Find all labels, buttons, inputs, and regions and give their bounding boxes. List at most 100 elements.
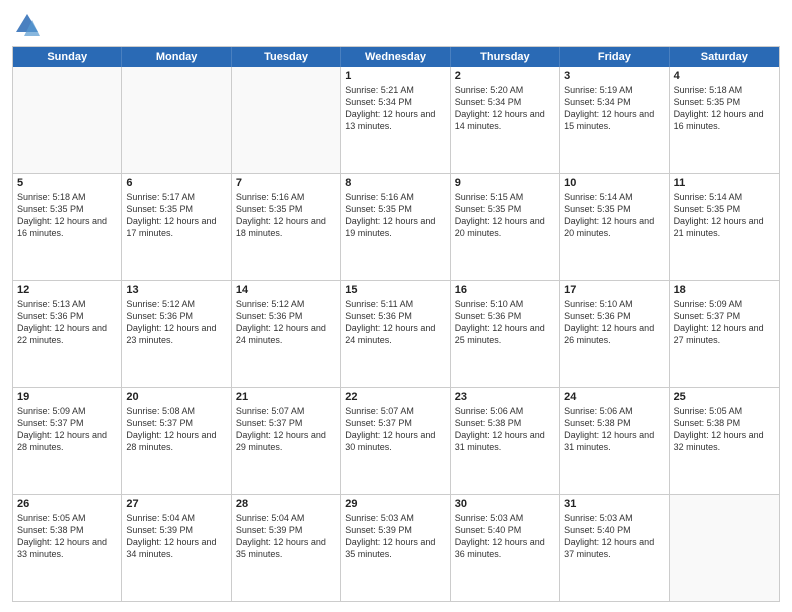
day-number: 16 — [455, 284, 555, 296]
calendar-cell: 19Sunrise: 5:09 AM Sunset: 5:37 PM Dayli… — [13, 388, 122, 494]
cell-info: Sunrise: 5:18 AM Sunset: 5:35 PM Dayligh… — [17, 191, 117, 240]
calendar-cell: 29 Sunrise: 5:03 AM Sunset: 5:39 PM Dayli… — [341, 495, 450, 601]
calendar-cell: 18 Sunrise: 5:09 AM Sunset: 5:37 PM Dayli… — [670, 281, 779, 387]
week-row-4: 26 Sunrise: 5:05 AM Sunset: 5:38 PM Dayli… — [13, 495, 779, 601]
day-number: 3 — [564, 70, 664, 82]
calendar-cell: 21 Sunrise: 5:07 AM Sunset: 5:37 PM Dayli… — [232, 388, 341, 494]
calendar-cell: 4Sunrise: 5:18 AM Sunset: 5:35 PM Daylig… — [670, 67, 779, 173]
calendar-body: 1 Sunrise: 5:21 AM Sunset: 5:34 PM Daylig… — [13, 67, 779, 601]
cell-info: Sunrise: 5:03 AM Sunset: 5:40 PM Dayligh… — [455, 512, 555, 561]
header — [12, 10, 780, 40]
calendar-cell — [232, 67, 341, 173]
day-number: 20 — [126, 391, 226, 403]
cell-info: Sunrise: 5:04 AM Sunset: 5:39 PM Dayligh… — [236, 512, 336, 561]
cell-info: Sunrise: 5:13 AM Sunset: 5:36 PM Dayligh… — [17, 298, 117, 347]
cell-info: Sunrise: 5:18 AM Sunset: 5:35 PM Dayligh… — [674, 84, 775, 133]
day-number: 24 — [564, 391, 664, 403]
day-number: 27 — [126, 498, 226, 510]
calendar-cell: 5 Sunrise: 5:18 AM Sunset: 5:35 PM Daylig… — [13, 174, 122, 280]
day-number: 26 — [17, 498, 117, 510]
calendar-cell: 11 Sunrise: 5:14 AM Sunset: 5:35 PM Dayli… — [670, 174, 779, 280]
day-number: 11 — [674, 177, 775, 189]
cell-info: Sunrise: 5:14 AM Sunset: 5:35 PM Dayligh… — [564, 191, 664, 240]
cell-info: Sunrise: 5:05 AM Sunset: 5:38 PM Dayligh… — [17, 512, 117, 561]
cell-info: Sunrise: 5:15 AM Sunset: 5:35 PM Dayligh… — [455, 191, 555, 240]
header-tuesday: Tuesday — [232, 47, 341, 67]
day-number: 21 — [236, 391, 336, 403]
calendar-cell: 1 Sunrise: 5:21 AM Sunset: 5:34 PM Daylig… — [341, 67, 450, 173]
header-sunday: Sunday — [13, 47, 122, 67]
calendar-cell: 6 Sunrise: 5:17 AM Sunset: 5:35 PM Daylig… — [122, 174, 231, 280]
calendar-cell: 3 Sunrise: 5:19 AM Sunset: 5:34 PM Daylig… — [560, 67, 669, 173]
cell-info: Sunrise: 5:03 AM Sunset: 5:39 PM Dayligh… — [345, 512, 445, 561]
calendar-cell: 28 Sunrise: 5:04 AM Sunset: 5:39 PM Dayli… — [232, 495, 341, 601]
calendar-cell: 24Sunrise: 5:06 AM Sunset: 5:38 PM Dayli… — [560, 388, 669, 494]
calendar-cell: 9Sunrise: 5:15 AM Sunset: 5:35 PM Daylig… — [451, 174, 560, 280]
day-number: 23 — [455, 391, 555, 403]
calendar-cell — [13, 67, 122, 173]
cell-info: Sunrise: 5:20 AM Sunset: 5:34 PM Dayligh… — [455, 84, 555, 133]
header-thursday: Thursday — [451, 47, 560, 67]
cell-info: Sunrise: 5:21 AM Sunset: 5:34 PM Dayligh… — [345, 84, 445, 133]
day-number: 18 — [674, 284, 775, 296]
week-row-1: 5 Sunrise: 5:18 AM Sunset: 5:35 PM Daylig… — [13, 174, 779, 281]
calendar-cell: 30 Sunrise: 5:03 AM Sunset: 5:40 PM Dayli… — [451, 495, 560, 601]
day-number: 28 — [236, 498, 336, 510]
header-friday: Friday — [560, 47, 669, 67]
cell-info: Sunrise: 5:12 AM Sunset: 5:36 PM Dayligh… — [126, 298, 226, 347]
cell-info: Sunrise: 5:10 AM Sunset: 5:36 PM Dayligh… — [564, 298, 664, 347]
calendar-cell: 25Sunrise: 5:05 AM Sunset: 5:38 PM Dayli… — [670, 388, 779, 494]
day-number: 29 — [345, 498, 445, 510]
calendar-cell — [670, 495, 779, 601]
day-number: 14 — [236, 284, 336, 296]
calendar-cell: 22 Sunrise: 5:07 AM Sunset: 5:37 PM Dayli… — [341, 388, 450, 494]
calendar-cell: 8 Sunrise: 5:16 AM Sunset: 5:35 PM Daylig… — [341, 174, 450, 280]
cell-info: Sunrise: 5:07 AM Sunset: 5:37 PM Dayligh… — [236, 405, 336, 454]
calendar-cell: 27 Sunrise: 5:04 AM Sunset: 5:39 PM Dayli… — [122, 495, 231, 601]
calendar-cell: 26 Sunrise: 5:05 AM Sunset: 5:38 PM Dayli… — [13, 495, 122, 601]
week-row-0: 1 Sunrise: 5:21 AM Sunset: 5:34 PM Daylig… — [13, 67, 779, 174]
calendar-cell: 17 Sunrise: 5:10 AM Sunset: 5:36 PM Dayli… — [560, 281, 669, 387]
logo — [12, 10, 46, 40]
cell-info: Sunrise: 5:07 AM Sunset: 5:37 PM Dayligh… — [345, 405, 445, 454]
calendar-cell: 23 Sunrise: 5:06 AM Sunset: 5:38 PM Dayli… — [451, 388, 560, 494]
cell-info: Sunrise: 5:10 AM Sunset: 5:36 PM Dayligh… — [455, 298, 555, 347]
cell-info: Sunrise: 5:03 AM Sunset: 5:40 PM Dayligh… — [564, 512, 664, 561]
day-number: 15 — [345, 284, 445, 296]
cell-info: Sunrise: 5:16 AM Sunset: 5:35 PM Dayligh… — [345, 191, 445, 240]
cell-info: Sunrise: 5:12 AM Sunset: 5:36 PM Dayligh… — [236, 298, 336, 347]
calendar-header: SundayMondayTuesdayWednesdayThursdayFrid… — [13, 47, 779, 67]
week-row-2: 12Sunrise: 5:13 AM Sunset: 5:36 PM Dayli… — [13, 281, 779, 388]
day-number: 5 — [17, 177, 117, 189]
day-number: 19 — [17, 391, 117, 403]
cell-info: Sunrise: 5:14 AM Sunset: 5:35 PM Dayligh… — [674, 191, 775, 240]
day-number: 10 — [564, 177, 664, 189]
cell-info: Sunrise: 5:06 AM Sunset: 5:38 PM Dayligh… — [455, 405, 555, 454]
week-row-3: 19Sunrise: 5:09 AM Sunset: 5:37 PM Dayli… — [13, 388, 779, 495]
day-number: 1 — [345, 70, 445, 82]
day-number: 6 — [126, 177, 226, 189]
day-number: 30 — [455, 498, 555, 510]
calendar-cell: 12Sunrise: 5:13 AM Sunset: 5:36 PM Dayli… — [13, 281, 122, 387]
day-number: 13 — [126, 284, 226, 296]
day-number: 22 — [345, 391, 445, 403]
cell-info: Sunrise: 5:09 AM Sunset: 5:37 PM Dayligh… — [674, 298, 775, 347]
calendar-cell: 7Sunrise: 5:16 AM Sunset: 5:35 PM Daylig… — [232, 174, 341, 280]
page: SundayMondayTuesdayWednesdayThursdayFrid… — [0, 0, 792, 612]
day-number: 17 — [564, 284, 664, 296]
day-number: 7 — [236, 177, 336, 189]
day-number: 2 — [455, 70, 555, 82]
header-wednesday: Wednesday — [341, 47, 450, 67]
calendar-cell: 20 Sunrise: 5:08 AM Sunset: 5:37 PM Dayli… — [122, 388, 231, 494]
calendar-cell: 10 Sunrise: 5:14 AM Sunset: 5:35 PM Dayli… — [560, 174, 669, 280]
cell-info: Sunrise: 5:19 AM Sunset: 5:34 PM Dayligh… — [564, 84, 664, 133]
cell-info: Sunrise: 5:17 AM Sunset: 5:35 PM Dayligh… — [126, 191, 226, 240]
logo-icon — [12, 10, 42, 40]
cell-info: Sunrise: 5:04 AM Sunset: 5:39 PM Dayligh… — [126, 512, 226, 561]
cell-info: Sunrise: 5:08 AM Sunset: 5:37 PM Dayligh… — [126, 405, 226, 454]
calendar: SundayMondayTuesdayWednesdayThursdayFrid… — [12, 46, 780, 602]
day-number: 8 — [345, 177, 445, 189]
day-number: 31 — [564, 498, 664, 510]
calendar-cell: 14 Sunrise: 5:12 AM Sunset: 5:36 PM Dayli… — [232, 281, 341, 387]
day-number: 25 — [674, 391, 775, 403]
